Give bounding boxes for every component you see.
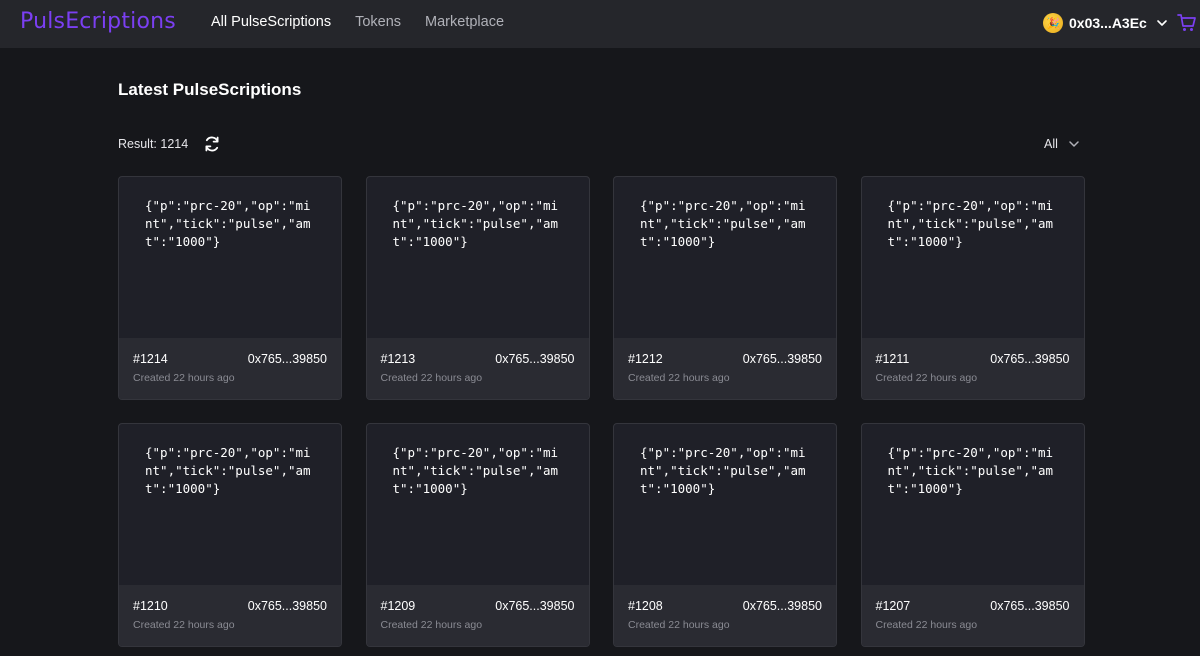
- card-footer: #1208 0x765...39850 Created 22 hours ago: [614, 585, 836, 646]
- card-footer: #1210 0x765...39850 Created 22 hours ago: [119, 585, 341, 646]
- inscription-content: {"p":"prc-20","op":"mint","tick":"pulse"…: [392, 198, 559, 249]
- inscription-card[interactable]: {"p":"prc-20","op":"mint","tick":"pulse"…: [118, 423, 342, 647]
- refresh-icon[interactable]: [202, 134, 222, 154]
- wallet-avatar: 🎉: [1043, 13, 1063, 33]
- inscription-number: #1213: [380, 352, 416, 366]
- result-row: Result: 1214: [118, 134, 222, 154]
- inscription-card[interactable]: {"p":"prc-20","op":"mint","tick":"pulse"…: [365, 176, 590, 400]
- inscription-created: Created 22 hours ago: [133, 372, 235, 384]
- nav-marketplace[interactable]: Marketplace: [425, 14, 504, 30]
- inscription-address: 0x765...39850: [495, 599, 575, 613]
- inscription-address: 0x765...39850: [247, 599, 327, 613]
- chevron-down-icon: [1157, 20, 1167, 26]
- inscription-created: Created 22 hours ago: [133, 619, 235, 631]
- filter-dropdown[interactable]: All: [1044, 137, 1080, 151]
- inscription-address: 0x765...39850: [742, 352, 822, 366]
- inscription-content: {"p":"prc-20","op":"mint","tick":"pulse"…: [640, 198, 806, 249]
- inscription-card[interactable]: {"p":"prc-20","op":"mint","tick":"pulse"…: [365, 423, 590, 647]
- nav-tokens[interactable]: Tokens: [355, 14, 401, 30]
- inscription-card[interactable]: {"p":"prc-20","op":"mint","tick":"pulse"…: [118, 176, 342, 400]
- card-footer: #1212 0x765...39850 Created 22 hours ago: [614, 338, 836, 399]
- card-footer: #1213 0x765...39850 Created 22 hours ago: [366, 338, 589, 399]
- card-footer: #1209 0x765...39850 Created 22 hours ago: [366, 585, 589, 646]
- main-nav: All PulseScriptions Tokens Marketplace: [211, 14, 504, 30]
- inscription-content: {"p":"prc-20","op":"mint","tick":"pulse"…: [887, 198, 1054, 249]
- wallet-address: 0x03...A3Ec: [1069, 15, 1147, 31]
- inscription-card[interactable]: {"p":"prc-20","op":"mint","tick":"pulse"…: [613, 176, 837, 400]
- wallet-menu[interactable]: 🎉 0x03...A3Ec: [1043, 12, 1169, 34]
- inscription-card[interactable]: {"p":"prc-20","op":"mint","tick":"pulse"…: [860, 176, 1085, 400]
- inscription-created: Created 22 hours ago: [875, 619, 978, 631]
- inscription-card[interactable]: {"p":"prc-20","op":"mint","tick":"pulse"…: [860, 423, 1085, 647]
- inscription-content: {"p":"prc-20","op":"mint","tick":"pulse"…: [640, 445, 806, 496]
- inscription-created: Created 22 hours ago: [380, 372, 483, 384]
- inscription-address: 0x765...39850: [247, 352, 327, 366]
- inscription-created: Created 22 hours ago: [380, 619, 483, 631]
- inscription-address: 0x765...39850: [495, 352, 575, 366]
- result-count: Result: 1214: [118, 137, 189, 151]
- inscription-content: {"p":"prc-20","op":"mint","tick":"pulse"…: [145, 445, 311, 496]
- inscription-grid: {"p":"prc-20","op":"mint","tick":"pulse"…: [118, 176, 1085, 647]
- card-footer: #1211 0x765...39850 Created 22 hours ago: [861, 338, 1084, 399]
- inscription-card[interactable]: {"p":"prc-20","op":"mint","tick":"pulse"…: [613, 423, 837, 647]
- inscription-number: #1208: [628, 599, 663, 613]
- chevron-down-icon: [1069, 141, 1079, 147]
- filter-selected: All: [1044, 137, 1058, 151]
- page-title: Latest PulseScriptions: [118, 80, 302, 99]
- card-footer: #1207 0x765...39850 Created 22 hours ago: [861, 585, 1084, 646]
- inscription-address: 0x765...39850: [742, 599, 822, 613]
- inscription-content: {"p":"prc-20","op":"mint","tick":"pulse"…: [392, 445, 559, 496]
- card-footer: #1214 0x765...39850 Created 22 hours ago: [119, 338, 341, 399]
- cart-icon[interactable]: [1177, 13, 1197, 33]
- inscription-number: #1212: [628, 352, 663, 366]
- inscription-number: #1209: [380, 599, 416, 613]
- inscription-number: #1211: [875, 352, 910, 366]
- inscription-address: 0x765...39850: [990, 352, 1070, 366]
- inscription-content: {"p":"prc-20","op":"mint","tick":"pulse"…: [887, 445, 1054, 496]
- inscription-created: Created 22 hours ago: [875, 372, 978, 384]
- inscription-number: #1207: [875, 599, 911, 613]
- inscription-address: 0x765...39850: [990, 599, 1070, 613]
- inscription-number: #1210: [133, 599, 168, 613]
- inscription-created: Created 22 hours ago: [628, 372, 730, 384]
- top-navbar: PulsEcriptions All PulseScriptions Token…: [0, 0, 1200, 48]
- inscription-created: Created 22 hours ago: [628, 619, 730, 631]
- inscription-number: #1214: [133, 352, 168, 366]
- app-logo[interactable]: PulsEcriptions: [20, 9, 176, 34]
- inscription-content: {"p":"prc-20","op":"mint","tick":"pulse"…: [145, 198, 311, 249]
- nav-all-pulsescriptions[interactable]: All PulseScriptions: [211, 14, 331, 30]
